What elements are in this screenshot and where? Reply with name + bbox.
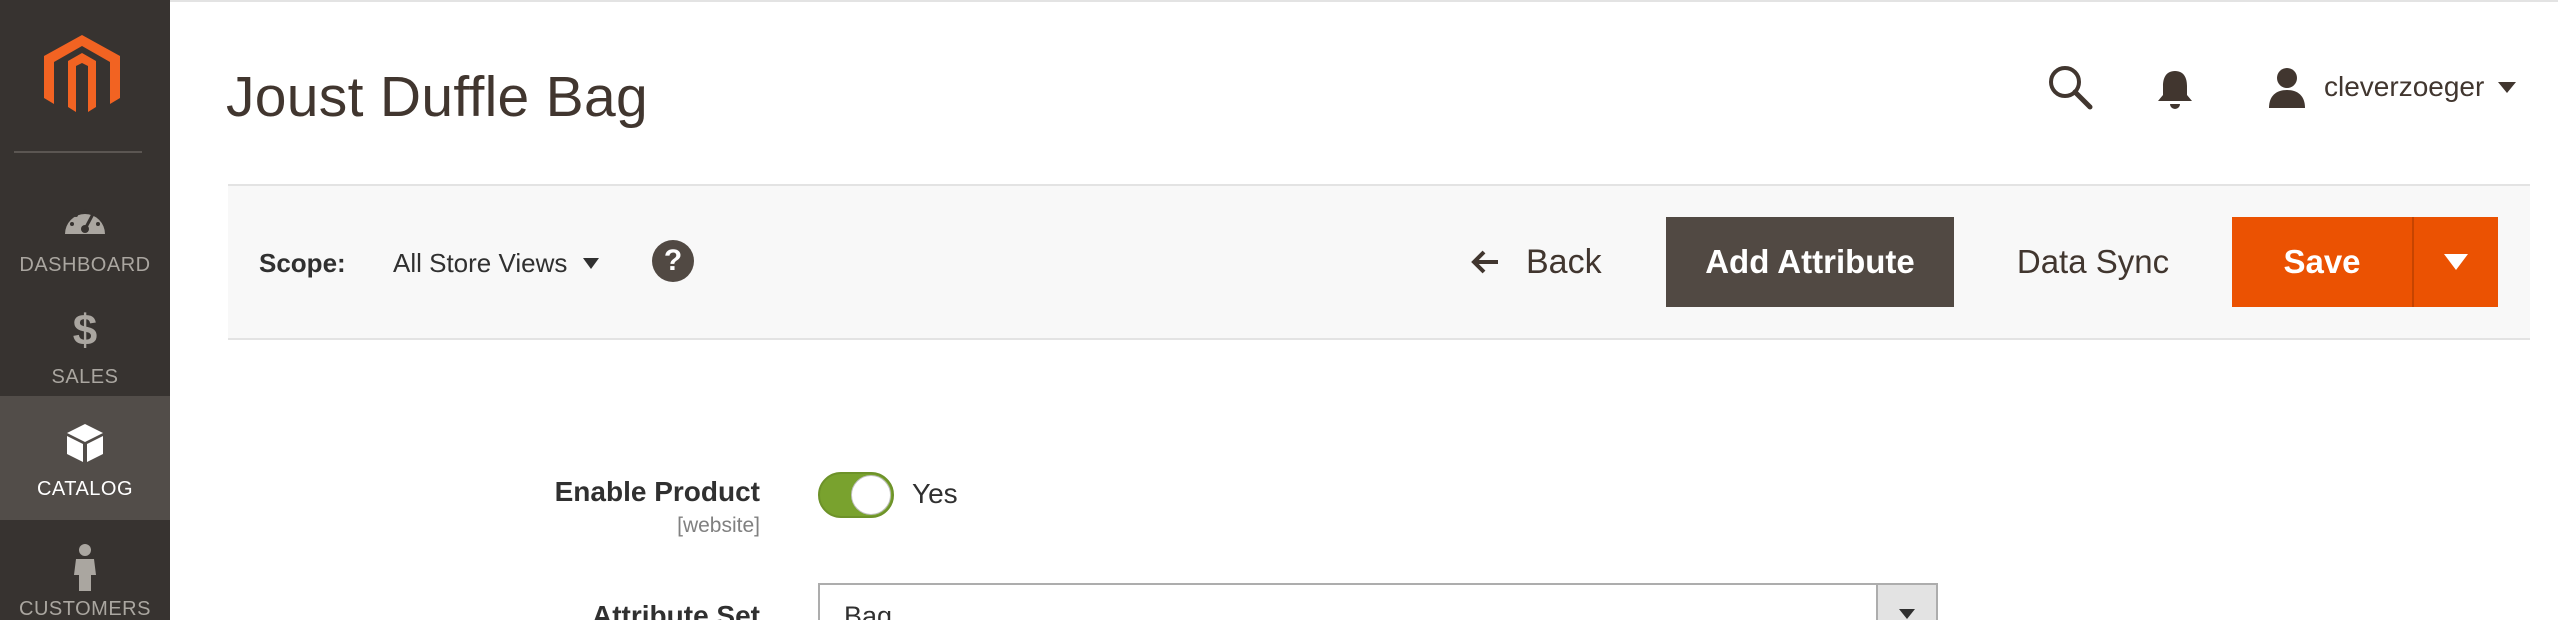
enable-product-scope: [website] <box>677 514 760 537</box>
sidebar-item-label: CUSTOMERS <box>19 598 151 620</box>
scope-value: All Store Views <box>393 247 568 278</box>
user-name: cleverzoeger <box>2324 71 2485 102</box>
enable-product-value: Yes <box>912 478 958 509</box>
admin-sidebar: DASHBOARD $ SALES CATALOG CUSTOMERS <box>0 0 170 620</box>
chevron-down-icon <box>2444 254 2468 270</box>
sidebar-item-sales[interactable]: $ SALES <box>0 284 170 408</box>
sidebar-divider <box>14 151 142 153</box>
attribute-set-select[interactable]: Bag <box>818 583 1938 620</box>
enable-product-toggle[interactable] <box>818 472 894 518</box>
chevron-down-icon <box>583 257 600 269</box>
box-icon <box>0 418 170 468</box>
user-avatar-icon <box>2266 66 2308 108</box>
page-title: Joust Duffle Bag <box>226 65 649 129</box>
sidebar-item-label: CATALOG <box>36 478 134 500</box>
help-icon[interactable]: ? <box>652 240 694 282</box>
sidebar-item-catalog[interactable]: CATALOG <box>0 396 170 520</box>
save-button[interactable]: Save <box>2232 217 2412 307</box>
chevron-down-icon <box>2498 81 2517 93</box>
dollar-icon: $ <box>72 306 98 355</box>
search-icon[interactable] <box>2047 64 2093 110</box>
attribute-set-label: Attribute Set <box>592 600 760 620</box>
save-options-toggle[interactable] <box>2414 217 2498 307</box>
sidebar-item-label: SALES <box>51 366 119 388</box>
scope-switcher[interactable]: All Store Views <box>393 246 600 280</box>
top-border <box>170 0 2558 2</box>
magento-logo[interactable] <box>44 35 120 119</box>
chevron-down-icon <box>1899 609 1915 619</box>
scope-label: Scope: <box>259 248 346 278</box>
add-attribute-button[interactable]: Add Attribute <box>1666 217 1954 307</box>
sidebar-item-customers[interactable]: CUSTOMERS <box>0 520 170 620</box>
toggle-knob <box>851 475 891 515</box>
dashboard-icon <box>0 194 170 244</box>
attribute-set-value: Bag <box>844 601 893 620</box>
user-menu[interactable]: cleverzoeger <box>2266 62 2517 112</box>
person-icon <box>0 542 170 592</box>
back-button[interactable]: Back <box>1470 240 1602 284</box>
arrow-left-icon <box>1470 249 1502 275</box>
bell-icon[interactable] <box>2155 68 2195 110</box>
sidebar-item-dashboard[interactable]: DASHBOARD <box>0 172 170 296</box>
enable-product-label: Enable Product <box>554 476 760 507</box>
sidebar-item-label: DASHBOARD <box>19 254 151 276</box>
attribute-set-dropdown-button[interactable] <box>1876 585 1936 620</box>
data-sync-button[interactable]: Data Sync <box>2000 217 2186 307</box>
back-label: Back <box>1526 242 1602 281</box>
